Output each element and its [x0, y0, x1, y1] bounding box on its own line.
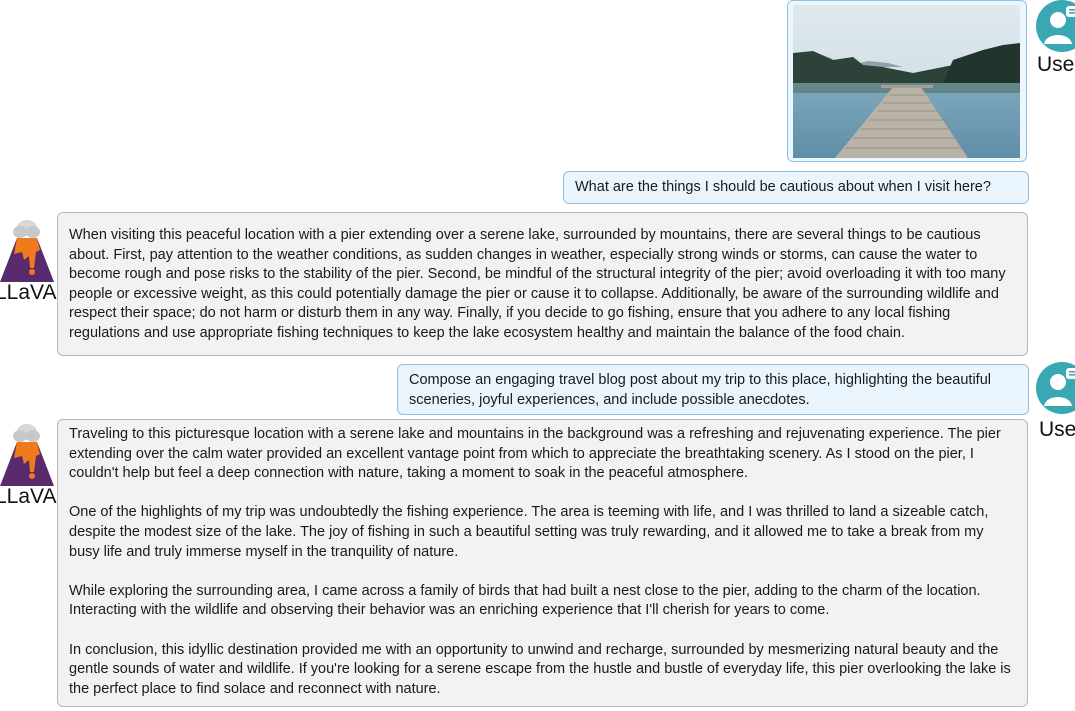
user-message-text: What are the things I should be cautious… [575, 179, 991, 195]
user-message: Compose an engaging travel blog post abo… [397, 364, 1029, 415]
user-message-text: Compose an engaging travel blog post abo… [409, 372, 991, 408]
llava-avatar [0, 420, 54, 486]
assistant-paragraph: In conclusion, this idyllic destination … [69, 641, 1011, 697]
user-image-message [787, 0, 1027, 162]
user-label: Use [1039, 418, 1075, 441]
assistant-message: Traveling to this picturesque location w… [57, 419, 1028, 707]
user-avatar [1036, 0, 1075, 52]
user-label: Use [1037, 53, 1075, 76]
lake-pier-photo [793, 5, 1020, 158]
volcano-icon [0, 220, 54, 282]
llava-label: LLaVA [0, 485, 57, 508]
llava-avatar [0, 216, 54, 282]
assistant-paragraph: One of the highlights of my trip was und… [69, 504, 989, 560]
user-message: What are the things I should be cautious… [563, 171, 1029, 204]
volcano-icon [0, 424, 54, 486]
assistant-message: When visiting this peaceful location wit… [57, 212, 1028, 356]
assistant-paragraph: Traveling to this picturesque location w… [69, 426, 1001, 482]
user-avatar-icon [1036, 0, 1075, 52]
user-avatar [1036, 362, 1075, 414]
assistant-paragraph: While exploring the surrounding area, I … [69, 582, 981, 619]
llava-label: LLaVA [0, 281, 57, 304]
user-avatar-icon [1036, 362, 1075, 414]
assistant-paragraph: When visiting this peaceful location wit… [69, 227, 1006, 341]
